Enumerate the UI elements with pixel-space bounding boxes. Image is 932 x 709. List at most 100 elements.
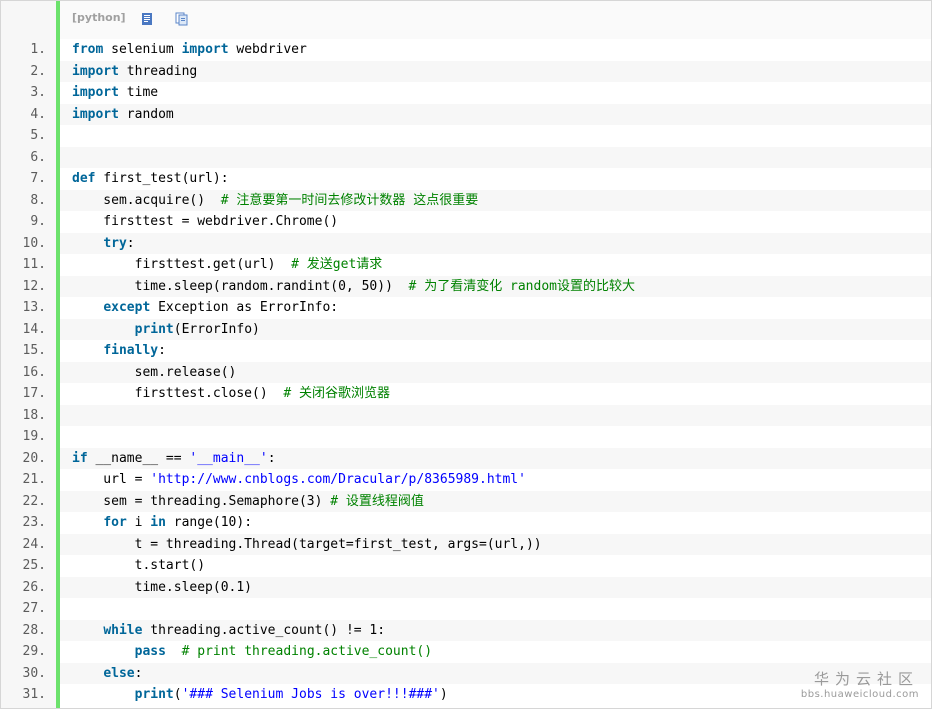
code-text: time.sleep(0.1)	[60, 576, 931, 598]
line-number: 2.	[30, 63, 46, 79]
code-text: t = threading.Thread(target=first_test, …	[60, 533, 931, 555]
line-number: 1.	[30, 42, 46, 57]
keyword-token: import	[181, 42, 229, 57]
keyword-token: else	[103, 665, 135, 681]
keyword-token: except	[103, 300, 151, 315]
line-number: 9.	[30, 214, 46, 229]
code-line: 23. for i in range(10):	[1, 512, 931, 534]
line-number: 31.	[22, 687, 46, 702]
code-line: 9. firsttest = webdriver.Chrome()	[1, 211, 931, 233]
code-line: 25. t.start()	[1, 555, 931, 577]
copy-icon[interactable]	[175, 11, 189, 26]
keyword-token: print	[134, 687, 174, 702]
code-text: import threading	[60, 60, 931, 82]
code-token: time	[118, 85, 159, 100]
line-number: 21.	[22, 472, 46, 487]
code-token: threading	[118, 63, 198, 79]
code-text: firsttest.get(url) # 发送get请求	[60, 254, 931, 276]
code-text: pass # print threading.active_count()	[60, 641, 931, 663]
code-token: random	[118, 106, 174, 122]
code-line: 20. if __name__ == '__main__':	[1, 447, 931, 469]
keyword-token: import	[72, 106, 119, 122]
line-number: 30.	[22, 665, 46, 681]
line-number: 12.	[22, 278, 46, 294]
code-text: firsttest = webdriver.Chrome()	[60, 211, 931, 233]
watermark-title: 华为云社区	[813, 670, 919, 688]
code-token: :	[267, 450, 276, 466]
line-number: 29.	[22, 644, 46, 659]
keyword-token: import	[72, 63, 119, 79]
line-number: 7.	[30, 171, 46, 186]
code-line: 27.	[1, 598, 931, 620]
line-number: 10.	[22, 235, 46, 251]
code-line: 5.	[1, 125, 931, 147]
code-line: 28. while threading.active_count() != 1:	[1, 619, 931, 641]
code-line: 31. print('### Selenium Jobs is over!!!#…	[1, 684, 931, 706]
code-token: url =	[72, 472, 151, 487]
code-toolbar: [python]	[60, 1, 931, 39]
code-token: time.sleep(random.randint(0, 50))	[72, 278, 409, 294]
code-line: 2. import threading	[1, 60, 931, 82]
keyword-token: finally	[103, 343, 159, 358]
code-text	[60, 146, 931, 168]
comment-token: # print threading.active_count()	[181, 644, 433, 659]
code-token: :	[134, 665, 143, 681]
code-text: def first_test(url):	[60, 168, 931, 190]
string-token: '__main__'	[189, 450, 268, 466]
code-line: 7. def first_test(url):	[1, 168, 931, 190]
view-source-icon[interactable]	[140, 11, 154, 25]
line-number: 8.	[30, 192, 46, 208]
code-token: __name__ ==	[87, 450, 190, 466]
code-token: selenium	[103, 42, 182, 57]
comment-token: # 发送get请求	[291, 257, 383, 272]
code-line: 18.	[1, 404, 931, 426]
keyword-token: def	[72, 171, 96, 186]
line-number: 28.	[22, 622, 46, 638]
line-number: 23.	[22, 515, 46, 530]
code-token: webdriver	[228, 42, 307, 57]
code-lines: 1. from selenium import webdriver 2. import…	[1, 39, 931, 706]
code-text: sem.release()	[60, 361, 931, 383]
code-line: 8. sem.acquire() # 注意要第一时间去修改计数器 这点很重要	[1, 189, 931, 211]
code-token: time.sleep(0.1)	[72, 579, 253, 595]
line-number: 6.	[30, 149, 46, 165]
code-line: 1. from selenium import webdriver	[1, 39, 931, 61]
code-token: threading.active_count() != 1:	[142, 622, 386, 638]
code-line: 26. time.sleep(0.1)	[1, 576, 931, 598]
code-token: Exception as ErrorInfo:	[150, 300, 339, 315]
line-number: 19.	[22, 429, 46, 444]
string-token: 'http://www.cnblogs.com/Dracular/p/83659…	[150, 472, 526, 487]
code-token: firsttest.get(url)	[72, 257, 292, 272]
code-line: 24. t = threading.Thread(target=first_te…	[1, 533, 931, 555]
code-token: t = threading.Thread(target=first_test, …	[72, 536, 542, 552]
language-label: [python]	[72, 11, 126, 24]
code-text: for i in range(10):	[60, 512, 931, 534]
string-token: '### Selenium Jobs is over!!!###'	[181, 687, 440, 702]
line-number: 3.	[30, 85, 46, 100]
code-line: 17. firsttest.close() # 关闭谷歌浏览器	[1, 383, 931, 405]
code-line: 11. firsttest.get(url) # 发送get请求	[1, 254, 931, 276]
code-line: 10. try:	[1, 232, 931, 254]
code-token: )	[439, 687, 448, 702]
line-number: 4.	[30, 106, 46, 122]
code-text: except Exception as ErrorInfo:	[60, 297, 931, 319]
code-text: import random	[60, 103, 931, 125]
line-number: 11.	[22, 257, 46, 272]
line-number: 27.	[22, 601, 46, 616]
code-text: time.sleep(random.randint(0, 50)) # 为了看清…	[60, 275, 931, 297]
code-text: if __name__ == '__main__':	[60, 447, 931, 469]
code-text: sem = threading.Semaphore(3) # 设置线程阀值	[60, 490, 931, 512]
code-line: 13. except Exception as ErrorInfo:	[1, 297, 931, 319]
code-token: sem.release()	[72, 364, 237, 380]
code-text	[60, 404, 931, 426]
watermark-url: bbs.huaweicloud.com	[800, 689, 919, 700]
